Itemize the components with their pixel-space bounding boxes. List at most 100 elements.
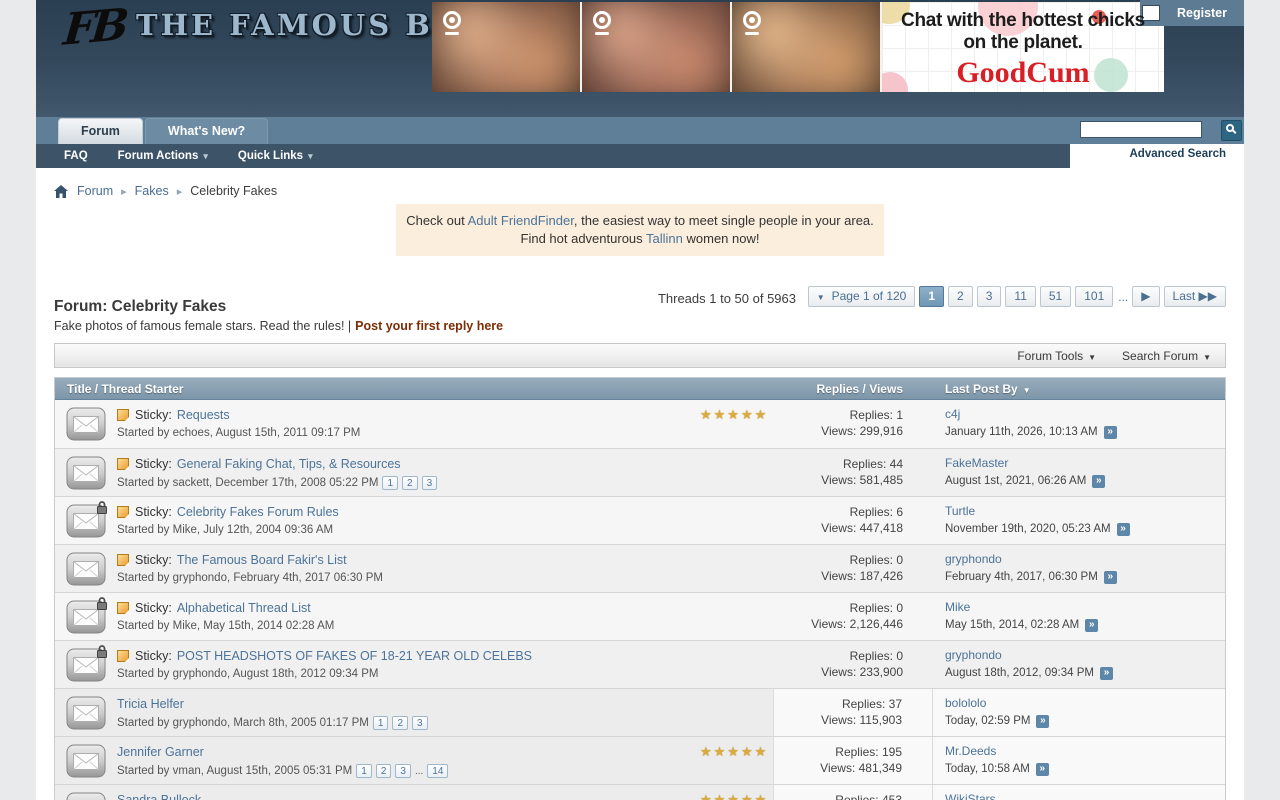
- views-count: Views: 233,900: [773, 664, 903, 680]
- views-count: Views: 447,418: [773, 520, 903, 536]
- go-to-last-post-icon[interactable]: [1036, 715, 1049, 728]
- thread-info: Sandra Bullock Started by wonderboy, Feb…: [117, 785, 483, 800]
- post-first-reply-link[interactable]: Post your first reply here: [355, 319, 503, 333]
- last-post-user-link[interactable]: Mr.Deeds: [945, 744, 996, 758]
- search-input[interactable]: [1080, 121, 1202, 138]
- thread-page-link-2[interactable]: 2: [376, 764, 392, 778]
- thread-title-link[interactable]: POST HEADSHOTS OF FAKES OF 18-21 YEAR OL…: [177, 649, 532, 663]
- views-count: Views: 115,903: [774, 712, 902, 728]
- notice-link-friendfinder[interactable]: Adult FriendFinder: [468, 213, 574, 228]
- thread-info: Sticky: The Famous Board Fakir's List St…: [117, 545, 383, 592]
- last-post-date: August 18th, 2012, 09:34 PM: [945, 666, 1094, 681]
- ad-banner[interactable]: Chat with the hottest chicks on the plan…: [432, 2, 1164, 92]
- thread-title-cell: Sticky: Alphabetical Thread List Started…: [55, 593, 773, 640]
- nav-tabs: ForumWhat's New?: [36, 117, 1244, 144]
- page-button-2[interactable]: 2: [948, 286, 973, 307]
- nav-link-forum-actions[interactable]: Forum Actions: [118, 150, 208, 162]
- nav-link-quick-links[interactable]: Quick Links: [238, 150, 313, 162]
- envelope-icon: [66, 456, 106, 490]
- page-button-101[interactable]: 101: [1075, 286, 1113, 307]
- last-post-user-link[interactable]: FakeMaster: [945, 456, 1008, 470]
- thread-page-link-14[interactable]: 14: [427, 764, 448, 778]
- go-to-last-post-icon[interactable]: [1104, 426, 1117, 439]
- page-button-3[interactable]: 3: [977, 286, 1002, 307]
- thread-page-link-2[interactable]: 2: [402, 476, 418, 490]
- site-logo-monogram[interactable]: FB: [61, 0, 127, 56]
- register-button[interactable]: Register: [1160, 6, 1244, 20]
- thread-title-link[interactable]: Tricia Helfer: [117, 697, 184, 711]
- search-icon: [1226, 124, 1234, 132]
- last-post-date: May 15th, 2014, 02:28 AM: [945, 618, 1079, 633]
- advanced-search-link[interactable]: Advanced Search: [1129, 148, 1226, 160]
- ad-brand[interactable]: GoodCum: [882, 58, 1164, 88]
- thread-table-header: Title / Thread Starter Replies / Views L…: [55, 378, 1225, 400]
- thread-title-link[interactable]: General Faking Chat, Tips, & Resources: [177, 457, 401, 471]
- next-page-button[interactable]: ▶: [1132, 286, 1159, 307]
- thread-title-link[interactable]: Jennifer Garner: [117, 745, 204, 759]
- forum-tools-menu[interactable]: Forum Tools: [1017, 349, 1096, 363]
- last-page-button[interactable]: Last ▶▶: [1164, 286, 1226, 307]
- go-to-last-post-icon[interactable]: [1085, 619, 1098, 632]
- go-to-last-post-icon[interactable]: [1100, 667, 1113, 680]
- thread-prefix: Sticky:: [135, 553, 172, 567]
- last-post-user-link[interactable]: Mike: [945, 600, 970, 614]
- thread-title-link[interactable]: Sandra Bullock: [117, 793, 201, 800]
- ad-text-panel[interactable]: Chat with the hottest chicks on the plan…: [882, 2, 1164, 92]
- thread-title-cell: Jennifer Garner Started by vman, August …: [55, 737, 773, 784]
- column-title-thread-starter[interactable]: Title / Thread Starter: [55, 382, 773, 396]
- ad-thumbnail[interactable]: [732, 2, 882, 92]
- last-post-user-link[interactable]: WikiStars: [945, 792, 996, 800]
- page-title: Forum: Celebrity Fakes: [54, 298, 226, 316]
- thread-info: Sticky: General Faking Chat, Tips, & Res…: [117, 449, 437, 496]
- thread-page-link-3[interactable]: 3: [395, 764, 411, 778]
- breadcrumb-item-forum[interactable]: Forum: [77, 184, 113, 198]
- page-button-11[interactable]: 11: [1005, 286, 1035, 307]
- breadcrumb: ForumFakesCelebrity Fakes: [54, 168, 1226, 198]
- go-to-last-post-icon[interactable]: [1104, 571, 1117, 584]
- sticky-note-icon: [117, 602, 129, 614]
- thread-title-link[interactable]: Requests: [177, 408, 230, 422]
- go-to-last-post-icon[interactable]: [1117, 523, 1130, 536]
- page-button-51[interactable]: 51: [1040, 286, 1071, 307]
- ad-thumbnail[interactable]: [432, 2, 582, 92]
- thread-page-links: 123: [378, 476, 437, 490]
- thread-page-link-3[interactable]: 3: [412, 716, 428, 730]
- ad-thumbnail[interactable]: [582, 2, 732, 92]
- forum-toolbar: Forum Tools Search Forum: [54, 343, 1226, 368]
- search-button[interactable]: [1221, 120, 1242, 141]
- thread-page-link-3[interactable]: 3: [422, 476, 438, 490]
- thread-page-link-2[interactable]: 2: [392, 716, 408, 730]
- last-post-cell: bolololo Today, 02:59 PM: [933, 689, 1225, 736]
- last-post-user-link[interactable]: bolololo: [945, 696, 986, 710]
- table-row: Sticky: Celebrity Fakes Forum Rules Star…: [55, 496, 1225, 544]
- nav-link-faq[interactable]: FAQ: [64, 150, 88, 162]
- page-dropdown-button[interactable]: Page 1 of 120: [808, 286, 916, 307]
- thread-title-link[interactable]: Celebrity Fakes Forum Rules: [177, 505, 339, 519]
- go-to-last-post-icon[interactable]: [1092, 475, 1105, 488]
- last-post-cell: Mr.Deeds Today, 10:58 AM: [933, 737, 1225, 784]
- thread-title-cell: Sticky: Requests Started by echoes, Augu…: [55, 400, 773, 448]
- go-to-last-post-icon[interactable]: [1036, 763, 1049, 776]
- breadcrumb-item-fakes[interactable]: Fakes: [135, 184, 169, 198]
- page-button-1[interactable]: 1: [919, 286, 944, 307]
- thread-page-link-1[interactable]: 1: [382, 476, 398, 490]
- search-forum-menu[interactable]: Search Forum: [1122, 349, 1211, 363]
- last-post-user-link[interactable]: Turtle: [945, 504, 975, 518]
- tab-forum[interactable]: Forum: [58, 118, 143, 144]
- last-post-user-link[interactable]: c4j: [945, 407, 960, 421]
- column-replies-views[interactable]: Replies / Views: [773, 382, 933, 396]
- thread-page-link-1[interactable]: 1: [373, 716, 389, 730]
- last-post-user-link[interactable]: gryphondo: [945, 552, 1002, 566]
- thread-title-link[interactable]: The Famous Board Fakir's List: [177, 553, 347, 567]
- webcam-icon: [743, 11, 765, 37]
- thread-title-link[interactable]: Alphabetical Thread List: [177, 601, 311, 615]
- home-icon[interactable]: [54, 185, 68, 198]
- list-info-row: Threads 1 to 50 of 5963 Page 1 of 120 12…: [54, 286, 1226, 333]
- notice-link-city[interactable]: Tallinn: [646, 231, 683, 246]
- views-count: Views: 481,349: [774, 760, 902, 776]
- last-post-user-link[interactable]: gryphondo: [945, 648, 1002, 662]
- thread-page-link-1[interactable]: 1: [356, 764, 372, 778]
- column-last-post-by[interactable]: Last Post By: [933, 382, 1225, 396]
- tab-what-s-new[interactable]: What's New?: [145, 118, 268, 144]
- replies-views-cell: Replies: 195 Views: 481,349: [773, 737, 933, 784]
